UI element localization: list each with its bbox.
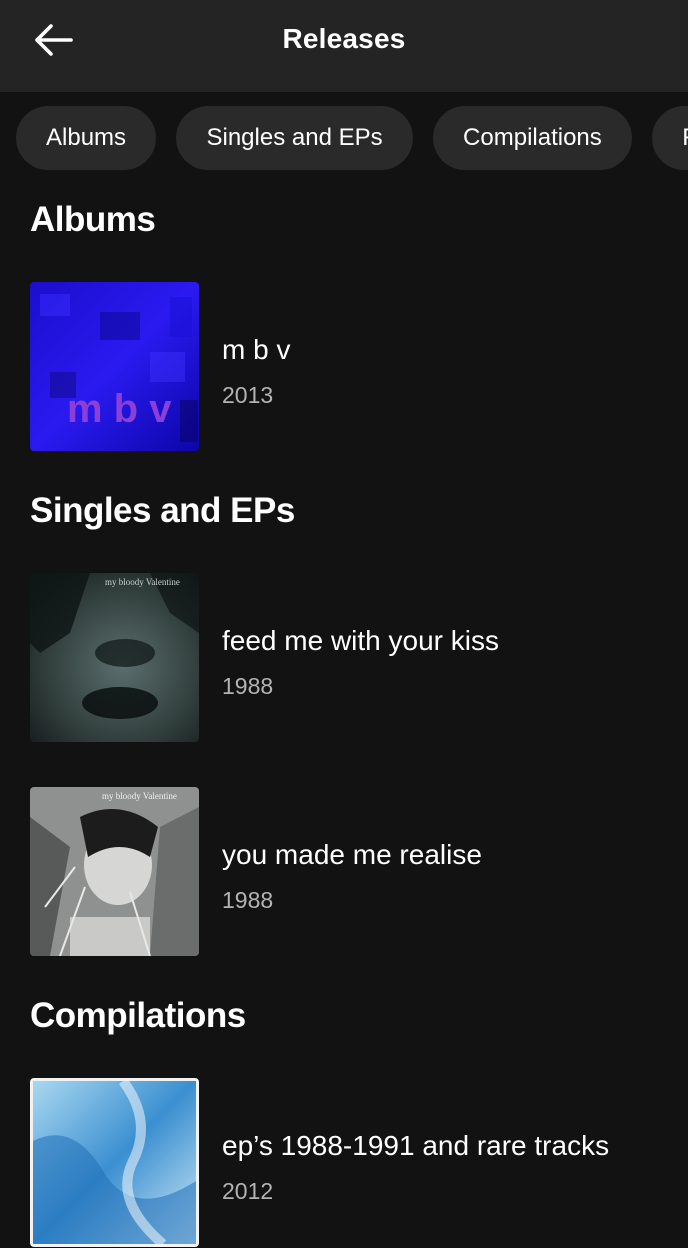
- release-year: 2012: [222, 1178, 274, 1204]
- chip-albums[interactable]: Albums: [16, 106, 157, 170]
- section-title-albums: Albums: [30, 200, 156, 239]
- release-item-feed-me-with-your-kiss[interactable]: my bloody Valentine feed me with your ki…: [30, 573, 670, 743]
- cover-band-lettering-2: my bloody Valentine: [102, 791, 177, 801]
- release-item-mbv[interactable]: m b v m b v 2013: [30, 282, 670, 452]
- release-name: you made me realise: [222, 839, 482, 870]
- single-cover-feed-me-with-your-kiss: my bloody Valentine: [30, 573, 199, 742]
- cover-band-lettering-1: my bloody Valentine: [105, 577, 180, 587]
- section-title-singles-and-eps: Singles and EPs: [30, 491, 295, 530]
- chip-singles-and-eps[interactable]: Singles and EPs: [176, 106, 413, 170]
- release-item-you-made-me-realise[interactable]: my bloody Valentine you made me realise …: [30, 787, 670, 957]
- release-item-eps-1988-1991[interactable]: ep’s 1988-1991 and rare tracks 2012: [30, 1078, 670, 1248]
- chip-compilations[interactable]: Compilations: [433, 106, 632, 170]
- chip-featuring[interactable]: Featuring: [652, 106, 688, 170]
- cover-mbv-lettering: m b v: [67, 387, 172, 431]
- filter-chips: Albums Singles and EPs Compilations Feat…: [16, 106, 688, 170]
- single-cover-you-made-me-realise: my bloody Valentine: [30, 787, 199, 956]
- release-name: feed me with your kiss: [222, 625, 499, 656]
- page-title: Releases: [282, 23, 406, 54]
- release-year: 1988: [222, 887, 274, 913]
- release-name: ep’s 1988-1991 and rare tracks: [222, 1130, 610, 1161]
- compilation-cover-eps-1988-1991: [30, 1078, 199, 1247]
- album-cover-mbv: m b v: [30, 282, 199, 451]
- release-year: 2013: [222, 382, 274, 408]
- section-title-compilations: Compilations: [30, 996, 246, 1035]
- top-bar: Releases: [0, 0, 688, 92]
- release-year: 1988: [222, 673, 274, 699]
- release-name: m b v: [222, 334, 291, 365]
